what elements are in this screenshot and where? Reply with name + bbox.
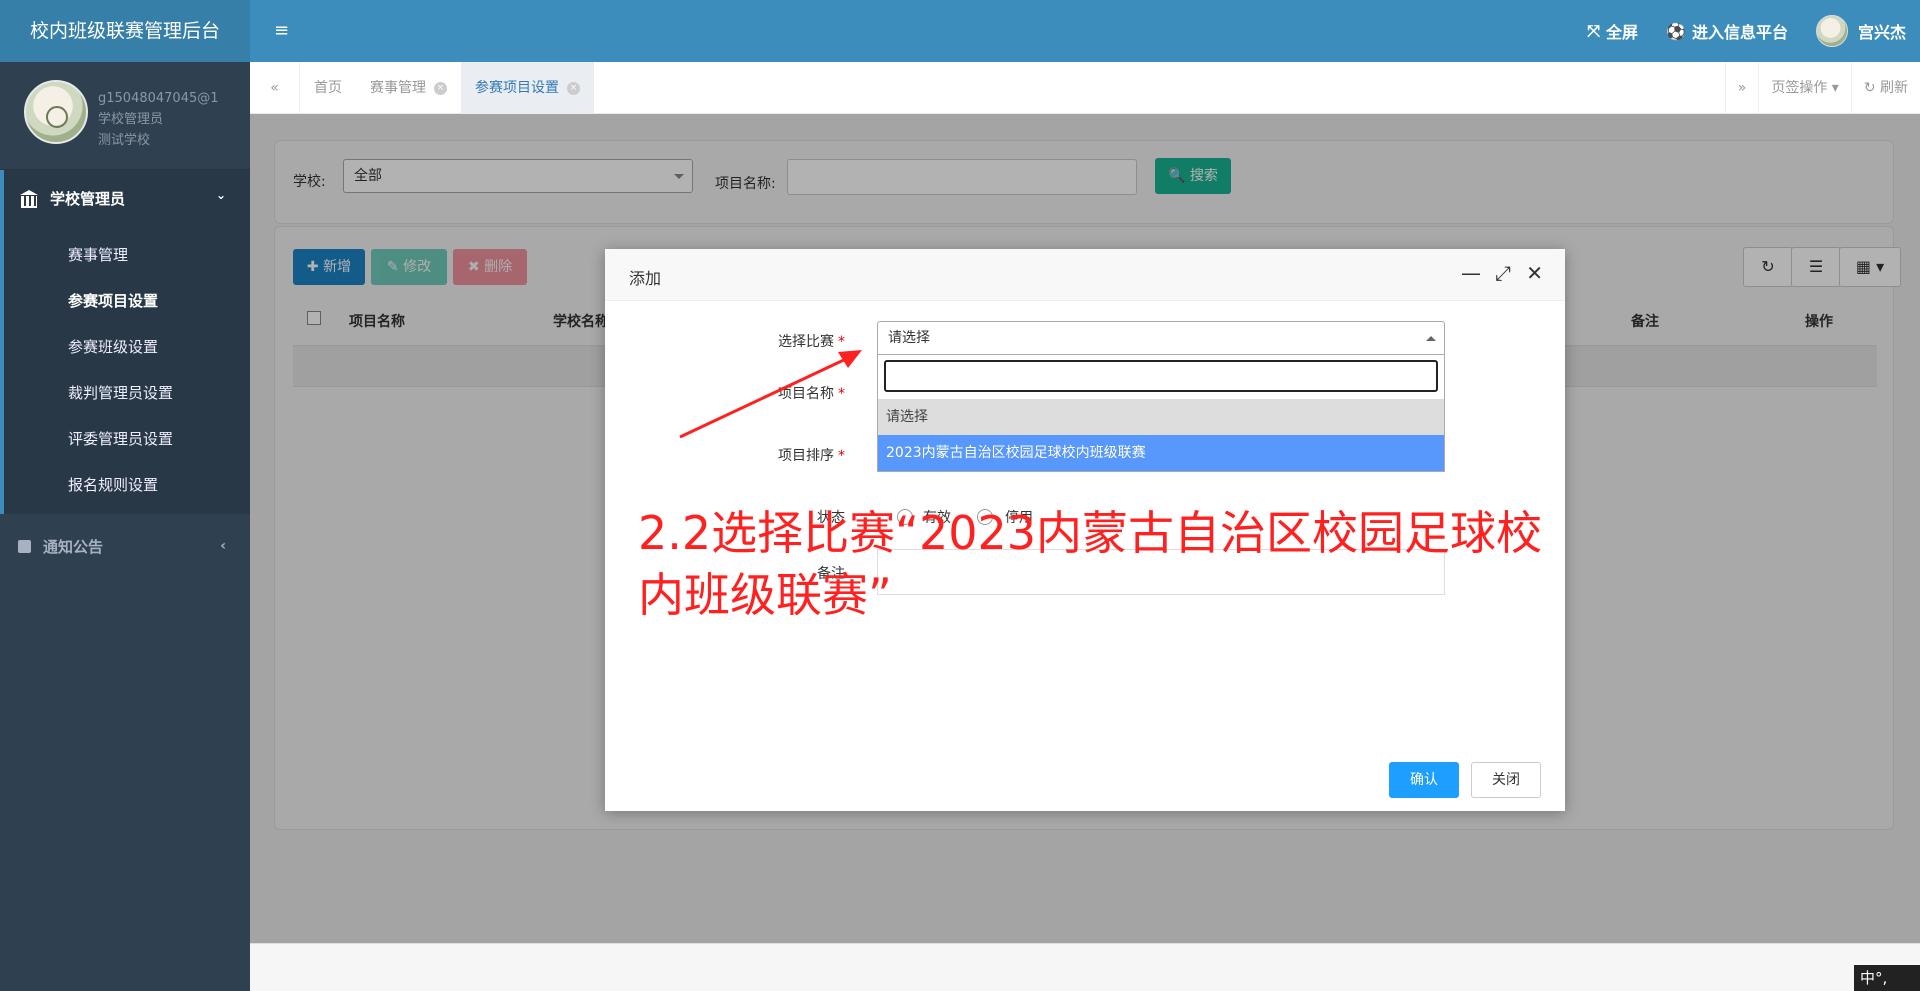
sidebar: 校内班级联赛管理后台 g15048047045@1 学校管理员 测试学校 学校管… [0,0,250,991]
tab-label: 首页 [314,80,342,96]
match-select[interactable]: 请选择 [877,321,1445,355]
enter-platform-button[interactable]: ⚽ 进入信息平台 [1666,19,1788,43]
dropdown-option-highlighted[interactable]: 2023内蒙古自治区校园足球校内班级联赛 [878,435,1444,471]
tab-bar: « 首页 赛事管理 × 参赛项目设置 × » 页签操作 ▾ ↻ 刷新 [250,62,1920,114]
sidebar-item-event-management[interactable]: 赛事管理 [4,232,250,278]
dropdown-search-input[interactable] [884,360,1438,392]
user-school: 测试学校 [98,133,151,148]
close-icon[interactable]: ✕ [1526,261,1543,285]
tab-label: 参赛项目设置 [475,80,559,96]
match-dropdown: 请选择 2023内蒙古自治区校园足球校内班级联赛 [877,355,1445,472]
close-button[interactable]: 关闭 [1471,762,1541,798]
share-icon [18,539,31,553]
footer [250,943,1920,991]
ime-indicator[interactable]: 中°, [1854,965,1920,991]
close-icon[interactable]: × [567,81,580,95]
user-account: g15048047045@1 [98,91,219,106]
soccer-ball-icon: ⚽ [1666,21,1686,41]
refresh-button[interactable]: ↻ 刷新 [1850,62,1920,114]
dialog-title: 添加 [629,269,662,288]
platform-label: 进入信息平台 [1691,23,1788,42]
sidebar-item-project-settings[interactable]: 参赛项目设置 [4,278,250,324]
sidebar-submenu: 赛事管理 参赛项目设置 参赛班级设置 裁判管理员设置 评委管理员设置 报名规则设… [0,226,250,514]
confirm-button[interactable]: 确认 [1389,762,1459,798]
dialog-header: 添加 — ⤢ ✕ [605,249,1565,301]
tab-home[interactable]: 首页 [300,62,356,114]
user-name: 宫兴杰 [1857,23,1906,42]
chevron-left-icon: ‹ [220,538,226,554]
project-order-label: 项目排序 * [778,448,845,464]
refresh-label: 刷新 [1880,80,1908,96]
match-label: 选择比赛 * [778,334,845,350]
sidebar-group-school-admin[interactable]: 学校管理员 ⌄ [0,170,250,226]
tab-label: 赛事管理 [370,80,426,96]
avatar[interactable] [24,80,88,144]
annotation-text: 2.2选择比赛“2023内蒙古自治区校园足球校内班级联赛” [638,506,1543,622]
tab-event-management[interactable]: 赛事管理 × [356,62,461,114]
user-role: 学校管理员 [98,112,164,127]
user-menu[interactable]: 宫兴杰 [1815,15,1906,47]
sidebar-group-label: 学校管理员 [50,189,126,208]
page-ops-label: 页签操作 [1771,80,1828,96]
top-header: ≡ ⤧ 全屏 ⚽ 进入信息平台 宫兴杰 [250,0,1920,62]
sidebar-item-class-settings[interactable]: 参赛班级设置 [4,324,250,370]
page-ops-dropdown[interactable]: 页签操作 ▾ [1758,62,1850,114]
tab-project-settings[interactable]: 参赛项目设置 × [461,62,594,114]
chevron-down-icon: ⌄ [215,188,226,202]
user-profile: g15048047045@1 学校管理员 测试学校 [0,62,250,170]
menu-toggle-icon[interactable]: ≡ [274,20,289,41]
minimize-icon[interactable]: — [1461,261,1481,285]
sidebar-item-judge-settings[interactable]: 评委管理员设置 [4,416,250,462]
bank-icon [20,190,38,208]
tab-scroll-right-icon[interactable]: » [1724,62,1759,114]
tab-scroll-left-icon[interactable]: « [250,62,300,114]
sidebar-notice-label: 通知公告 [43,537,104,556]
order-label-text: 项目排序 [778,448,834,464]
project-name-field-label: 项目名称 * [778,386,845,402]
close-icon[interactable]: × [434,81,447,95]
dropdown-option[interactable]: 请选择 [878,399,1444,435]
sidebar-item-referee-settings[interactable]: 裁判管理员设置 [4,370,250,416]
name-label-text: 项目名称 [778,386,834,402]
sidebar-item-registration-rules[interactable]: 报名规则设置 [4,462,250,508]
app-title: 校内班级联赛管理后台 [0,0,250,62]
expand-icon: ⤧ [1587,21,1601,40]
sidebar-item-notice[interactable]: 通知公告 ‹ [0,518,250,574]
match-label-text: 选择比赛 [778,334,834,350]
avatar [1815,15,1848,47]
fullscreen-button[interactable]: ⤧ 全屏 [1587,19,1638,43]
fullscreen-label: 全屏 [1606,23,1639,42]
refresh-icon: ↻ [1863,80,1876,96]
maximize-icon[interactable]: ⤢ [1495,261,1511,285]
